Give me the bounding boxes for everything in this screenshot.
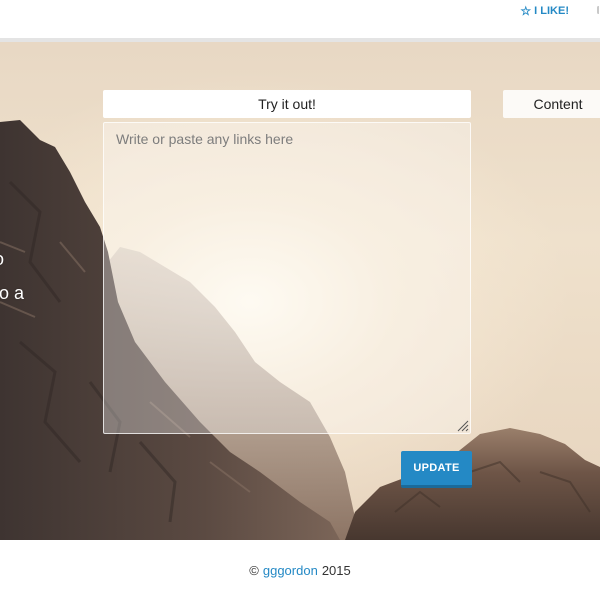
resize-handle-icon[interactable] bbox=[456, 419, 469, 432]
copyright-symbol: © bbox=[249, 562, 259, 578]
content-panel-header: Content bbox=[503, 90, 600, 118]
author-link[interactable]: gggordon bbox=[263, 563, 318, 578]
hero-text-line-1: o bbox=[0, 250, 4, 268]
copyright-year: 2015 bbox=[321, 562, 351, 578]
hero-text-line-2: to a bbox=[0, 283, 25, 303]
try-it-out-header: Try it out! bbox=[103, 90, 471, 118]
footer: © gggordon 2015 bbox=[0, 540, 600, 600]
links-textarea[interactable] bbox=[103, 122, 471, 434]
top-bar: ☆ I LIKE! bbox=[0, 0, 600, 38]
star-outline-icon: ☆ bbox=[520, 4, 532, 18]
update-button[interactable]: UPDATE bbox=[401, 451, 472, 488]
i-like-link[interactable]: ☆ I LIKE! bbox=[520, 3, 569, 19]
i-like-label: I LIKE! bbox=[534, 5, 569, 17]
